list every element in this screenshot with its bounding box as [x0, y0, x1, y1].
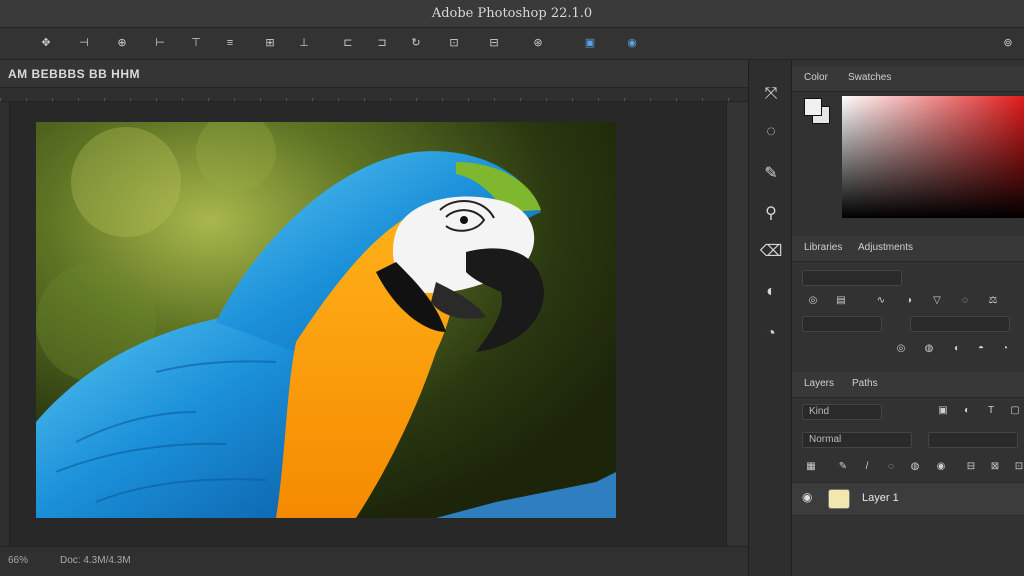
move-icon[interactable]: ✥	[38, 36, 54, 50]
filter-type-icon[interactable]: T	[984, 404, 998, 418]
horizontal-ruler	[0, 88, 748, 102]
mode-3d-icon[interactable]: ⊛	[530, 36, 546, 50]
brush-tool-icon[interactable]: ✎	[759, 162, 783, 186]
layer-row[interactable]: ◉ Layer 1	[792, 482, 1024, 516]
dodge-tool-icon[interactable]: ◔	[759, 322, 783, 346]
doc-info[interactable]: Doc: 4.3M/4.3M	[60, 555, 131, 566]
filter-adjust-icon[interactable]: ◐	[960, 404, 974, 418]
lock-image-icon[interactable]: ✎	[836, 460, 850, 474]
levels-icon[interactable]: ▤	[834, 294, 848, 308]
hue-icon[interactable]: ◌	[958, 294, 972, 308]
brightness-icon[interactable]: ◎	[806, 294, 820, 308]
layer-thumbnail	[828, 489, 850, 509]
align-top-icon[interactable]: ⊤	[188, 36, 204, 50]
lock-artboard-icon[interactable]: ◌	[884, 460, 898, 474]
fx-icon[interactable]: ⊠	[988, 460, 1002, 474]
distribute-icon[interactable]: ≡	[222, 36, 238, 50]
adjustment-row-3	[798, 316, 1018, 336]
transform-icon[interactable]: ⊡	[446, 36, 462, 50]
mask-icon[interactable]: ⊡	[1012, 460, 1024, 474]
status-bar: 66% Doc: 4.3M/4.3M	[0, 546, 748, 576]
arrange-icon[interactable]: ⊟	[486, 36, 502, 50]
options-bar: ✥ ⊣ ⊕ ⊢ ⊤ ≡ ⊞ ⊥ ⊏ ⊐ ↻ ⊡ ⊟ ⊛ ▣ ◉ ⊚	[0, 28, 1024, 60]
lock-all-icon[interactable]: ◍	[908, 460, 922, 474]
adjustment-slider-a[interactable]	[802, 316, 882, 332]
blend-mode-dropdown[interactable]: Normal	[802, 432, 912, 448]
blend-mode-label: Normal	[809, 434, 842, 445]
layers-filter-row: Kind ▣ ◐ T ▢	[798, 404, 1020, 424]
app-title: Adobe Photoshop 22.1.0	[431, 6, 593, 21]
document-canvas[interactable]	[36, 122, 616, 518]
exposure-icon[interactable]: ◑	[902, 294, 916, 308]
vertical-scrollbar[interactable]	[726, 102, 748, 546]
distribute-h-icon[interactable]: ⊏	[340, 36, 356, 50]
lasso-tool-icon[interactable]: ◌	[759, 120, 783, 144]
layer-name: Layer 1	[862, 492, 899, 504]
document-tab[interactable]: AM BEBBBS BB HHM	[8, 67, 140, 81]
stamp-tool-icon[interactable]: ⚲	[759, 202, 783, 226]
document-tab-bar: AM BEBBBS BB HHM	[0, 60, 748, 88]
tools-panel: ⤧ ◌ ✎ ⚲ ⌫ ◐ ◔	[748, 60, 792, 576]
eraser-tool-icon[interactable]: ⌫	[759, 240, 783, 264]
adjustment-dropdown[interactable]	[802, 270, 902, 286]
fill-icon[interactable]: ◉	[934, 460, 948, 474]
share-icon[interactable]: ⊚	[1000, 36, 1016, 50]
right-panels: Color Swatches Libraries Adjustments ◎ ▤…	[792, 60, 1024, 576]
align-right-icon[interactable]: ⊢	[152, 36, 168, 50]
foreground-color-swatch[interactable]	[804, 98, 822, 116]
curves-icon[interactable]: ∿	[874, 294, 888, 308]
threshold-icon[interactable]: ◔	[998, 342, 1012, 356]
align-left-icon[interactable]: ⊣	[76, 36, 92, 50]
filter-pixel-icon[interactable]: ▣	[936, 404, 950, 418]
invert-icon[interactable]: ◐	[950, 342, 964, 356]
align-bottom-icon[interactable]: ⊥	[296, 36, 312, 50]
color-picker-field[interactable]	[842, 96, 1024, 218]
layers-lock-row: ▦ ✎ / ◌ ◍ ◉ ⊟ ⊠ ⊡	[798, 460, 1023, 480]
gradient-tool-icon[interactable]: ◐	[759, 280, 783, 304]
vibrance-icon[interactable]: ▽	[930, 294, 944, 308]
move-tool-icon[interactable]: ⤧	[759, 82, 783, 106]
adjustment-row-1	[798, 270, 1018, 290]
adjustment-row-2: ◎ ▤ ∿ ◑ ▽ ◌ ⚖	[798, 294, 1018, 314]
adjustment-row-4: ◎ ◍ ◐ ◓ ◔	[798, 342, 1018, 362]
zoom-level[interactable]: 66%	[8, 555, 28, 566]
tab-swatches[interactable]: Swatches	[848, 72, 891, 83]
balance-icon[interactable]: ⚖	[986, 294, 1000, 308]
channel-mixer-icon[interactable]: ◍	[922, 342, 936, 356]
adjustment-slider-b[interactable]	[910, 316, 1010, 332]
tab-libraries[interactable]: Libraries	[804, 242, 842, 253]
layer-kind-label: Kind	[809, 406, 830, 417]
adjustments-panel-tabs: Libraries Adjustments	[792, 236, 1024, 262]
color-panel-tabs: Color Swatches	[792, 66, 1024, 92]
tab-layers[interactable]: Layers	[804, 378, 834, 389]
tab-color[interactable]: Color	[804, 72, 828, 83]
auto-select-icon[interactable]: ▣	[582, 36, 598, 50]
eye-icon[interactable]: ◉	[802, 490, 812, 504]
vertical-ruler	[0, 102, 10, 546]
layers-panel-tabs: Layers Paths	[792, 372, 1024, 398]
layers-blend-row: Normal	[798, 432, 1018, 452]
tab-adjustments[interactable]: Adjustments	[858, 242, 913, 253]
tab-paths[interactable]: Paths	[852, 378, 878, 389]
lock-position-icon[interactable]: /	[860, 460, 874, 474]
align-center-icon[interactable]: ⊕	[114, 36, 130, 50]
rotate-icon[interactable]: ↻	[408, 36, 424, 50]
camera-icon[interactable]: ◉	[624, 36, 640, 50]
photo-filter-icon[interactable]: ◎	[894, 342, 908, 356]
posterize-icon[interactable]: ◓	[974, 342, 988, 356]
distribute-v-icon[interactable]: ⊐	[374, 36, 390, 50]
filter-shape-icon[interactable]: ▢	[1008, 404, 1022, 418]
lock-transparent-icon[interactable]: ▦	[804, 460, 818, 474]
link-icon[interactable]: ⊟	[964, 460, 978, 474]
opacity-field[interactable]	[928, 432, 1018, 448]
layer-kind-filter[interactable]: Kind	[802, 404, 882, 420]
align-middle-icon[interactable]: ⊞	[262, 36, 278, 50]
parrot-image	[36, 122, 616, 518]
title-bar: Adobe Photoshop 22.1.0	[0, 0, 1024, 28]
